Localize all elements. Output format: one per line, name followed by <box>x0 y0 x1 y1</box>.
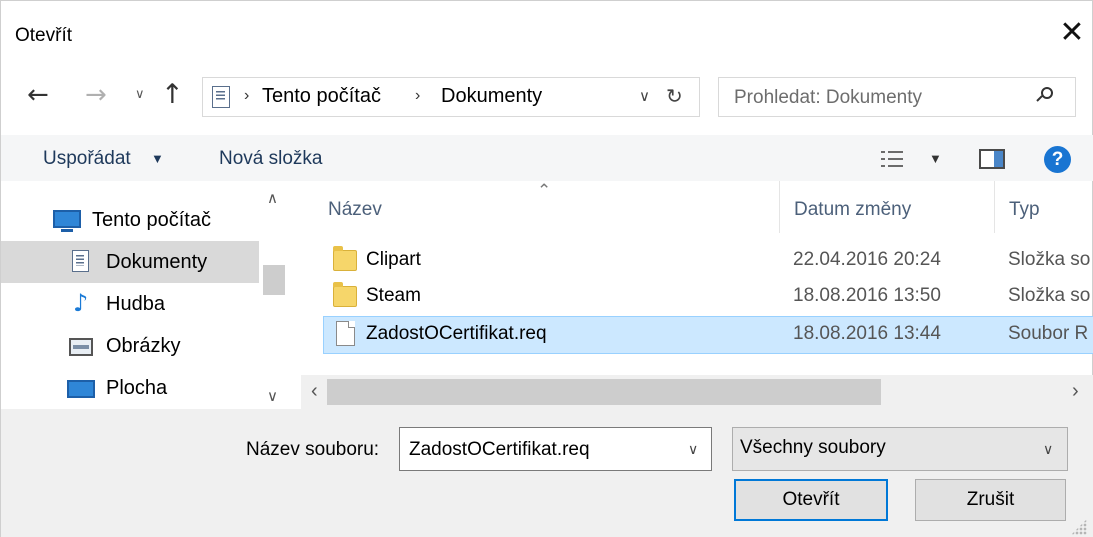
folder-icon <box>333 246 357 271</box>
up-folder-arrow-icon[interactable]: ↑ <box>161 79 184 110</box>
file-date: 18.08.2016 13:44 <box>793 323 941 344</box>
file-name: Clipart <box>366 249 421 270</box>
chevron-down-icon[interactable]: ∨ <box>688 441 698 458</box>
nav-item-label: Obrázky <box>106 335 181 357</box>
close-icon[interactable]: ✕ <box>1057 18 1087 49</box>
nav-item-desktop[interactable]: Plocha <box>1 367 259 409</box>
nav-item-this-pc[interactable]: Tento počítač <box>1 199 259 241</box>
nav-item-documents[interactable]: Dokumenty <box>1 241 259 283</box>
column-header-date[interactable]: Datum změny <box>794 199 911 221</box>
folder-icon <box>333 282 357 307</box>
back-arrow-icon[interactable]: ← <box>27 80 49 110</box>
table-row-selected[interactable]: ZadostOCertifikat.req 18.08.2016 13:44 S… <box>323 316 1093 354</box>
file-type: Soubor R <box>1008 323 1089 344</box>
nav-item-label: Tento počítač <box>92 209 211 231</box>
scrollbar-thumb[interactable] <box>327 379 881 405</box>
help-icon[interactable]: ? <box>1044 146 1071 173</box>
documents-icon <box>212 86 230 108</box>
resize-grip-icon[interactable] <box>1071 519 1087 535</box>
caret-down-icon[interactable]: ▼ <box>151 151 164 166</box>
sort-ascending-icon: ⌃ <box>537 181 552 200</box>
column-header-type[interactable]: Typ <box>1009 199 1040 221</box>
chevron-down-icon[interactable]: ∨ <box>1043 441 1053 458</box>
breadcrumb-separator[interactable]: › <box>415 87 420 105</box>
file-name: Steam <box>366 285 421 306</box>
nav-item-label: Dokumenty <box>106 251 208 273</box>
computer-icon <box>53 210 81 228</box>
filename-value[interactable]: ZadostOCertifikat.req <box>409 439 590 461</box>
search-box[interactable]: Prohledat: Dokumenty <box>718 77 1076 117</box>
file-icon <box>336 321 355 346</box>
scroll-up-icon[interactable]: ∧ <box>267 189 278 207</box>
open-file-dialog: Otevřít ✕ ← → ∨ ↑ › Tento počítač › Doku… <box>0 0 1093 537</box>
cancel-button[interactable]: Zrušit <box>915 479 1066 521</box>
nav-item-pictures[interactable]: Obrázky <box>1 325 259 367</box>
file-type-filter-select[interactable]: Všechny soubory ∨ <box>732 427 1068 471</box>
caret-down-icon[interactable]: ▼ <box>929 151 942 166</box>
nav-item-music[interactable]: ♪ Hudba <box>1 283 259 325</box>
file-type: Složka so <box>1008 249 1091 270</box>
nav-item-label: Hudba <box>106 293 165 315</box>
pictures-icon <box>69 338 93 356</box>
organize-button[interactable]: Uspořádat <box>43 148 131 170</box>
scroll-left-icon[interactable]: ‹ <box>311 380 318 403</box>
file-type: Složka so <box>1008 285 1091 306</box>
navigation-pane: Tento počítač Dokumenty ♪ Hudba Obrázky … <box>1 181 289 409</box>
file-list-horizontal-scrollbar[interactable]: ‹ › <box>301 375 1093 409</box>
nav-pane-scrollbar[interactable]: ∧ ∨ <box>259 181 289 409</box>
nav-item-label: Plocha <box>106 377 168 399</box>
address-history-chevron-icon[interactable]: ∨ <box>639 87 650 105</box>
scroll-right-icon[interactable]: › <box>1072 380 1079 403</box>
forward-arrow-icon[interactable]: → <box>85 80 107 110</box>
view-options-icon[interactable] <box>881 149 903 169</box>
breadcrumb-documents[interactable]: Dokumenty <box>441 85 542 108</box>
documents-icon <box>72 250 89 272</box>
file-date: 22.04.2016 20:24 <box>793 249 941 270</box>
music-icon: ♪ <box>73 289 89 317</box>
search-icon[interactable] <box>1036 87 1055 105</box>
new-folder-button[interactable]: Nová složka <box>219 148 323 170</box>
table-row[interactable]: Clipart 22.04.2016 20:24 Složka so <box>323 243 1093 279</box>
breadcrumb-this-pc[interactable]: Tento počítač <box>262 85 381 108</box>
file-date: 18.08.2016 13:50 <box>793 285 941 306</box>
breadcrumb-separator[interactable]: › <box>244 87 249 105</box>
recent-locations-chevron-icon[interactable]: ∨ <box>135 87 145 102</box>
table-row[interactable]: Steam 18.08.2016 13:50 Složka so <box>323 279 1093 315</box>
column-divider[interactable] <box>779 181 780 233</box>
scrollbar-thumb[interactable] <box>263 265 285 295</box>
column-divider[interactable] <box>994 181 995 233</box>
search-placeholder[interactable]: Prohledat: Dokumenty <box>734 87 922 109</box>
address-bar[interactable]: › Tento počítač › Dokumenty ∨ ↻ <box>202 77 700 117</box>
filename-combobox[interactable]: ZadostOCertifikat.req ∨ <box>399 427 712 471</box>
file-type-filter-value[interactable]: Všechny soubory <box>740 437 886 459</box>
open-button[interactable]: Otevřít <box>734 479 888 521</box>
refresh-icon[interactable]: ↻ <box>666 84 683 108</box>
window-title: Otevřít <box>15 25 73 46</box>
preview-pane-icon[interactable] <box>979 149 1005 169</box>
dialog-footer: Název souboru: ZadostOCertifikat.req ∨ V… <box>1 409 1093 537</box>
desktop-icon <box>67 380 95 398</box>
file-name: ZadostOCertifikat.req <box>366 323 547 344</box>
command-toolbar: Uspořádat ▼ Nová složka ▼ ? <box>1 135 1093 181</box>
column-header-name[interactable]: Název <box>328 199 382 221</box>
computer-stand-icon <box>61 229 73 232</box>
scroll-down-icon[interactable]: ∨ <box>267 387 278 405</box>
filename-label: Název souboru: <box>246 439 380 460</box>
